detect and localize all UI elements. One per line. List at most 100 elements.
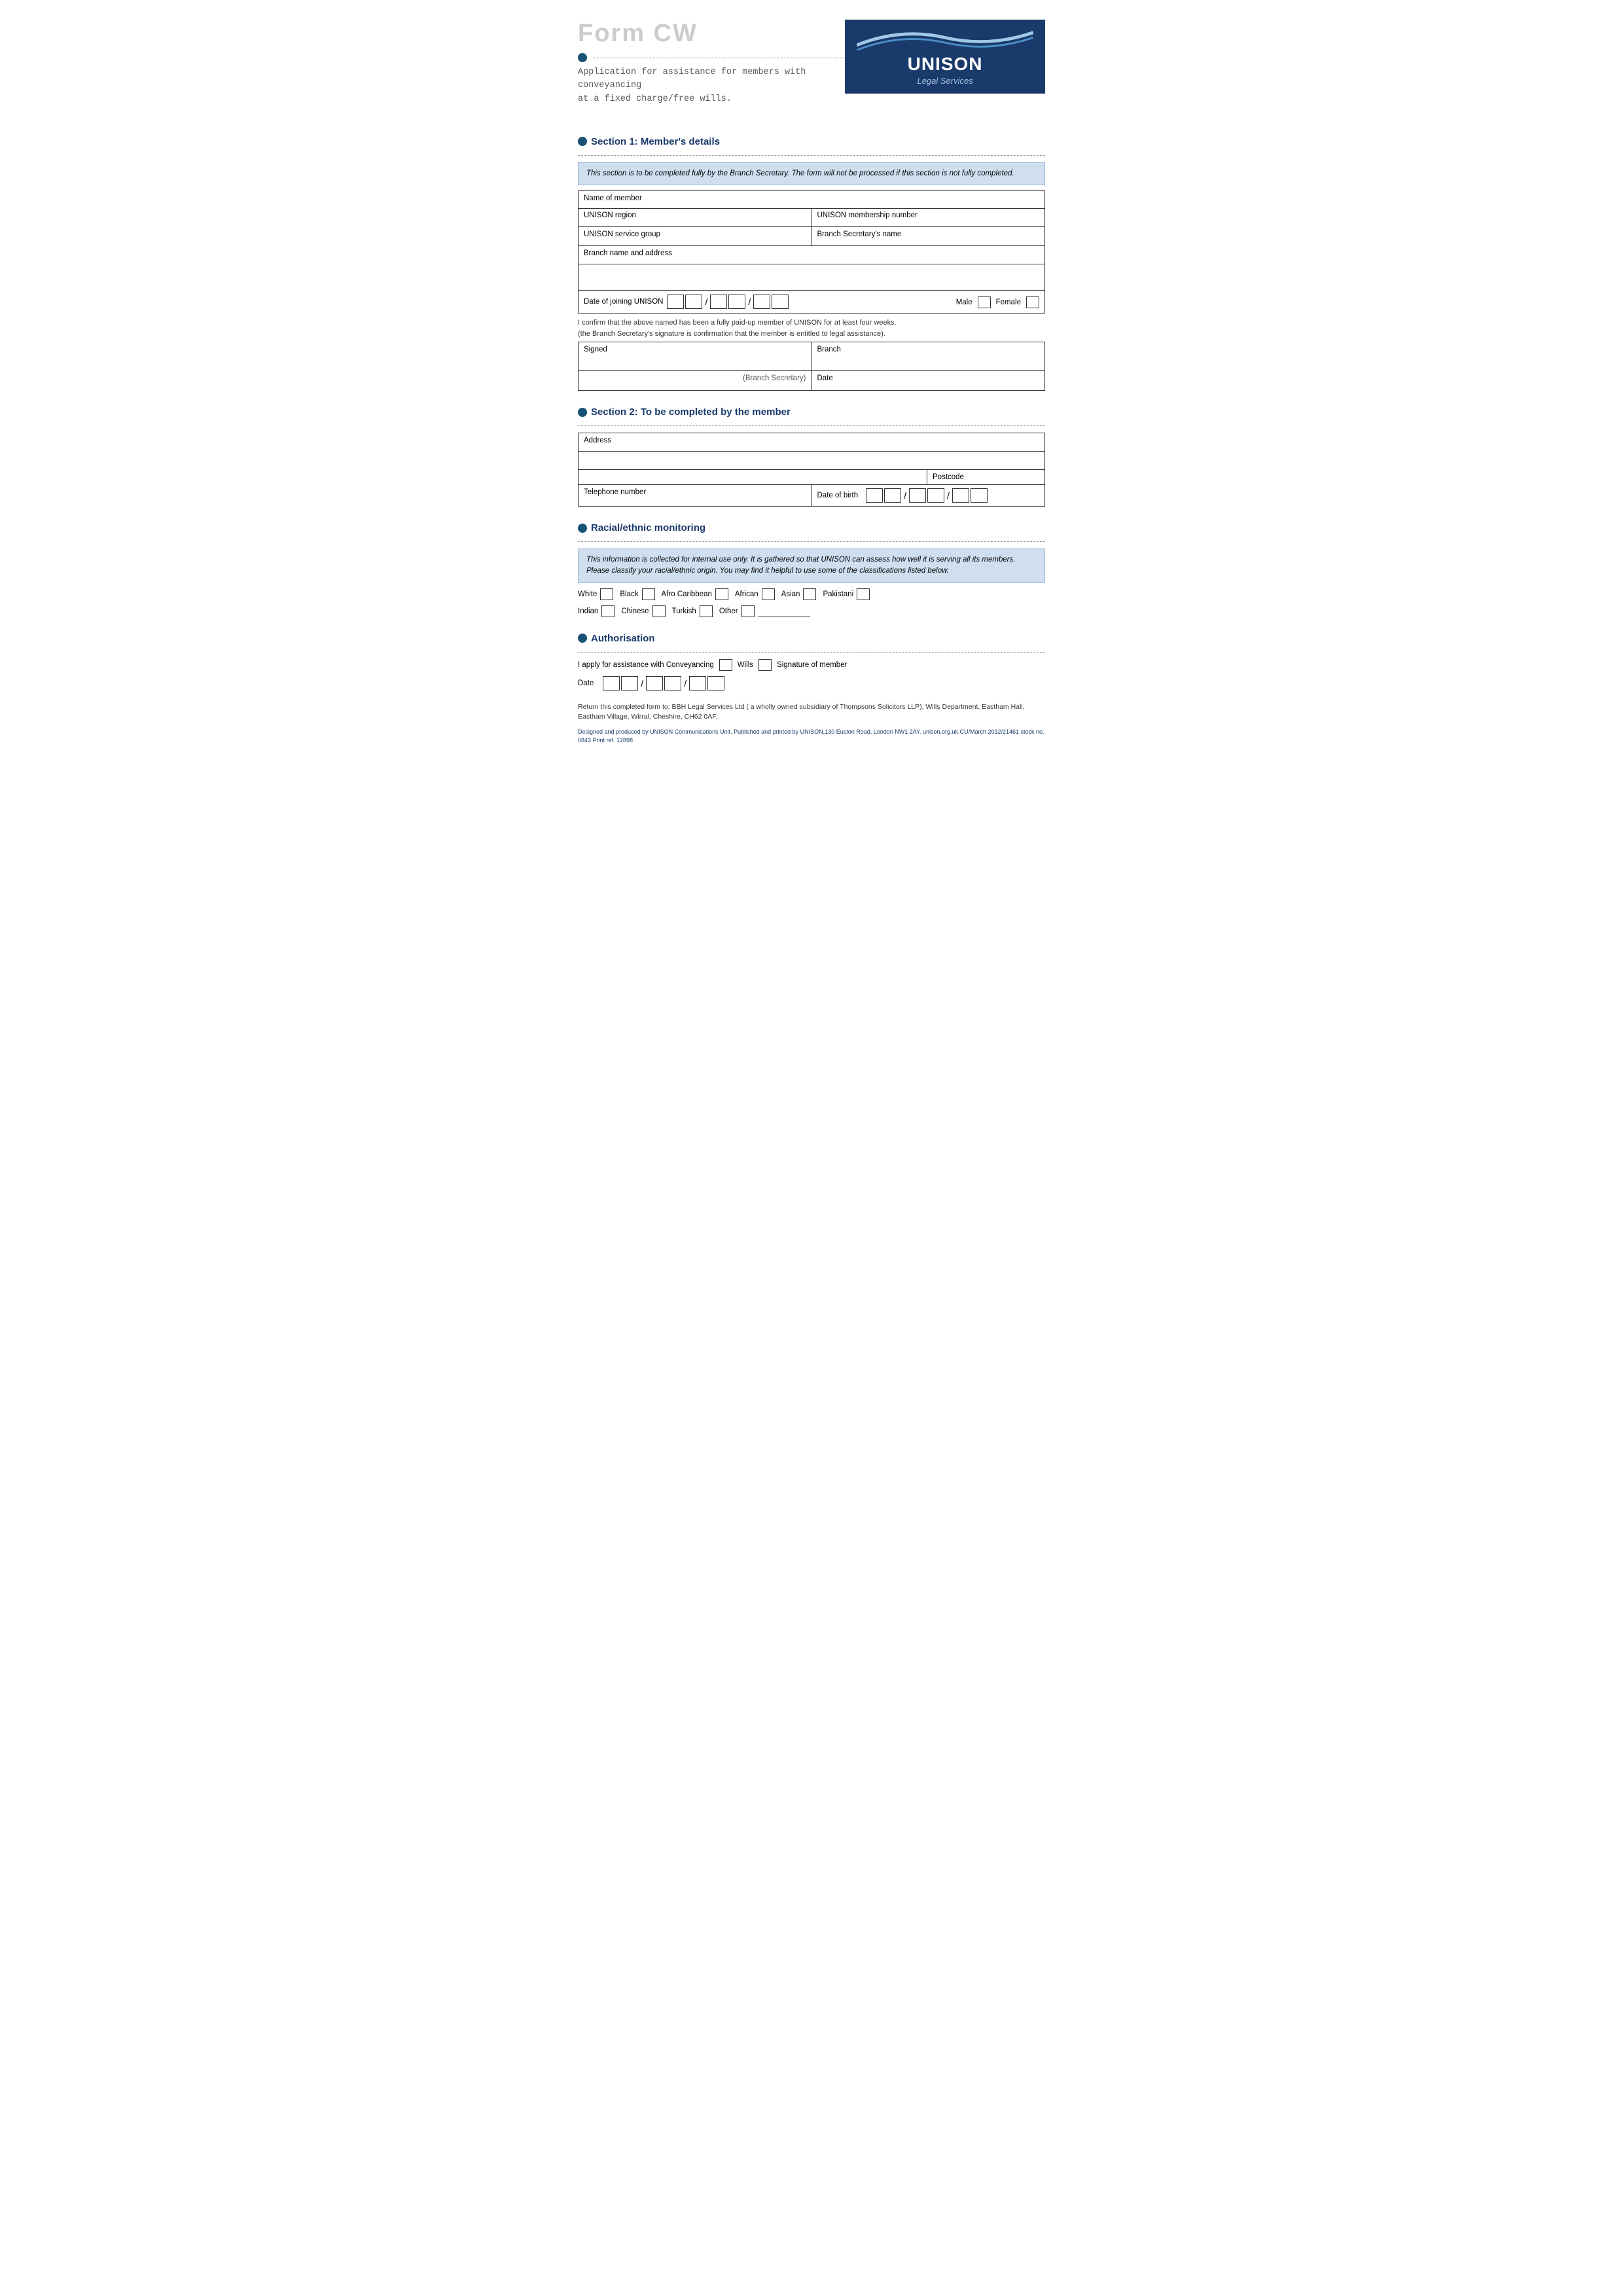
year1-box[interactable] (753, 295, 770, 309)
racial-afro-caribbean: Afro Caribbean (662, 588, 728, 600)
month2-box[interactable] (728, 295, 745, 309)
racial-section: Racial/ethnic monitoring This informatio… (578, 518, 1045, 617)
dob-box: / / (866, 488, 988, 503)
blue-dot-auth (578, 634, 587, 643)
divider-auth (578, 652, 1045, 653)
blue-dot-racial (578, 524, 587, 533)
auth-d1[interactable] (603, 676, 620, 691)
month1-box[interactable] (710, 295, 727, 309)
racial-black: Black (620, 588, 654, 600)
subtitle: Application for assistance for members w… (578, 66, 845, 106)
date-joining-box: / / (667, 295, 789, 309)
racial-turkish: Turkish (672, 605, 713, 617)
auth-date-box: / / (603, 676, 724, 691)
dob-d1[interactable] (866, 488, 883, 503)
auth-y1[interactable] (689, 676, 706, 691)
section1-info-box: This section is to be completed fully by… (578, 162, 1045, 185)
asian-checkbox[interactable] (803, 588, 816, 600)
year2-box[interactable] (772, 295, 789, 309)
unison-region-field: UNISON region (579, 208, 812, 226)
racial-asian: Asian (781, 588, 817, 600)
region-membership-row: UNISON region UNISON membership number (578, 208, 1045, 227)
postcode-row: Postcode (578, 469, 1045, 484)
racial-indian: Indian (578, 605, 615, 617)
afro-caribbean-checkbox[interactable] (715, 588, 728, 600)
auth-d2[interactable] (621, 676, 638, 691)
gender-area: Male Female (956, 296, 1039, 308)
date-joining-row: Date of joining UNISON / / Male Female (578, 291, 1045, 314)
male-checkbox[interactable] (978, 296, 991, 308)
confirm-text: I confirm that the above named has been … (578, 314, 1045, 342)
blue-dot-header (578, 53, 587, 62)
section1-title: Section 1: Member's details (591, 132, 720, 151)
address-row2 (578, 451, 1045, 469)
white-checkbox[interactable] (600, 588, 613, 600)
other-checkbox[interactable] (741, 605, 755, 617)
auth-date-row: Date / / (578, 676, 1045, 691)
date-joining-left: Date of joining UNISON / / (584, 295, 789, 309)
racial-african: African (735, 588, 775, 600)
black-checkbox[interactable] (642, 588, 655, 600)
pakistani-checkbox[interactable] (857, 588, 870, 600)
turkish-checkbox[interactable] (700, 605, 713, 617)
address-row1: Address (578, 433, 1045, 451)
auth-m2[interactable] (664, 676, 681, 691)
dob-y1[interactable] (952, 488, 969, 503)
branch-name-address-field: Branch name and address (578, 246, 1045, 264)
header-left: Form CW Application for assistance for m… (578, 20, 845, 106)
wills-checkbox[interactable] (758, 659, 772, 671)
signed-branch-row: Signed Branch (578, 342, 1045, 371)
divider-racial (578, 541, 1045, 542)
auth-y2[interactable] (707, 676, 724, 691)
blue-dot-s1 (578, 137, 587, 146)
service-group-row: UNISON service group Branch Secretary's … (578, 227, 1045, 246)
logo-swoosh-icon (857, 27, 1033, 50)
section1: Section 1: Member's details This section… (578, 132, 1045, 391)
branch-secretary-label: (Branch Secretary) (578, 371, 812, 391)
racial-info-box: This information is collected for intern… (578, 548, 1045, 583)
blue-dot-s2 (578, 408, 587, 417)
auth-m1[interactable] (646, 676, 663, 691)
telephone-field: Telephone number (579, 485, 812, 506)
indian-checkbox[interactable] (601, 605, 615, 617)
racial-other: Other (719, 605, 810, 617)
unison-logo: UNISON Legal Services (845, 20, 1045, 94)
dob-y2[interactable] (971, 488, 988, 503)
dob-d2[interactable] (884, 488, 901, 503)
branch-sec-date-row: (Branch Secretary) Date (578, 371, 1045, 391)
header: Form CW Application for assistance for m… (578, 20, 1045, 106)
branch-field: Branch (812, 342, 1046, 371)
section1-header-row: Section 1: Member's details (578, 132, 1045, 151)
racial-header-row: Racial/ethnic monitoring (578, 518, 1045, 537)
female-checkbox[interactable] (1026, 296, 1039, 308)
unison-membership-field: UNISON membership number (812, 208, 1045, 226)
divider-s1 (578, 155, 1045, 156)
section2-title: Section 2: To be completed by the member (591, 403, 791, 422)
dob-m1[interactable] (909, 488, 926, 503)
footer-small: Designed and produced by UNISON Communic… (578, 728, 1045, 744)
other-text-field[interactable] (758, 605, 810, 617)
branch-name-address-extra (578, 264, 1045, 291)
logo-sub: Legal Services (857, 76, 1033, 86)
section2: Section 2: To be completed by the member… (578, 403, 1045, 507)
auth-header-row: Authorisation (578, 629, 1045, 648)
tel-dob-row: Telephone number Date of birth / / (578, 484, 1045, 507)
racial-row2: Indian Chinese Turkish Other (578, 605, 1045, 617)
service-group-field: UNISON service group (579, 227, 812, 245)
branch-secretary-name-field: Branch Secretary's name (812, 227, 1045, 245)
dob-m2[interactable] (927, 488, 944, 503)
african-checkbox[interactable] (762, 588, 775, 600)
racial-row1: White Black Afro Caribbean African Asian… (578, 588, 1045, 600)
footer-return: Return this completed form to: BBH Legal… (578, 702, 1045, 723)
section2-header-row: Section 2: To be completed by the member (578, 403, 1045, 422)
name-of-member-field: Name of member (578, 190, 1045, 209)
racial-pakistani: Pakistani (823, 588, 870, 600)
chinese-checkbox[interactable] (652, 605, 666, 617)
day1-box[interactable] (667, 295, 684, 309)
postcode-spacer (579, 470, 927, 484)
postcode-field: Postcode (927, 470, 1044, 484)
authorisation-section: Authorisation I apply for assistance wit… (578, 629, 1045, 691)
conveyancing-checkbox[interactable] (719, 659, 732, 671)
dob-cell: Date of birth / / (812, 485, 1045, 506)
day2-box[interactable] (685, 295, 702, 309)
